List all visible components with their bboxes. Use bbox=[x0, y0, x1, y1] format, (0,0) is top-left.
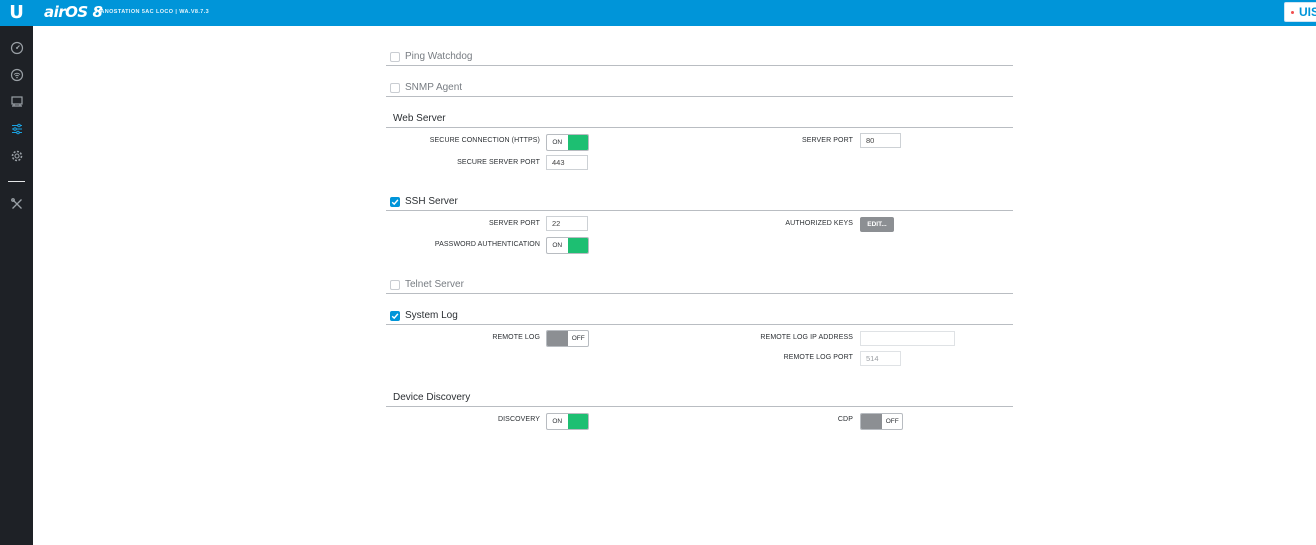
device-info: NANOSTATION 5AC LOCO | WA.V8.7.3 bbox=[96, 9, 210, 15]
cdp-toggle[interactable]: OFF bbox=[860, 413, 903, 430]
checkmark-icon bbox=[391, 198, 399, 205]
cdp-toggle-text: OFF bbox=[885, 418, 899, 425]
secure-connection-toggle[interactable]: ON bbox=[546, 134, 589, 151]
sidebar-item-services[interactable] bbox=[0, 116, 33, 142]
sidebar-item-wireless[interactable] bbox=[0, 62, 33, 88]
system-log-label: System Log bbox=[405, 310, 458, 321]
system-log-checkbox[interactable] bbox=[390, 310, 400, 321]
snmp-agent-checkbox[interactable] bbox=[390, 82, 400, 93]
remote-log-toggle-text: OFF bbox=[571, 335, 585, 342]
ping-watchdog-checkbox[interactable] bbox=[390, 51, 400, 62]
web-server-title: Web Server bbox=[393, 113, 446, 124]
cdp-label: CDP bbox=[837, 416, 853, 423]
ssh-server-label: SSH Server bbox=[405, 196, 458, 207]
discovery-toggle-text: ON bbox=[552, 418, 563, 425]
product-name: airOS 8 bbox=[44, 3, 103, 21]
sidebar-item-dashboard[interactable] bbox=[0, 35, 33, 61]
network-icon bbox=[10, 96, 23, 107]
secure-connection-toggle-text: ON bbox=[552, 139, 563, 146]
device-discovery-title: Device Discovery bbox=[393, 392, 471, 403]
ssh-server-checkbox[interactable] bbox=[390, 196, 400, 207]
telnet-server-label: Telnet Server bbox=[405, 279, 464, 290]
sidebar bbox=[0, 26, 33, 545]
authorized-keys-label: AUTHORIZED KEYS bbox=[785, 220, 853, 227]
secure-connection-label: SECURE CONNECTION (HTTPS) bbox=[429, 137, 540, 144]
ubiquiti-logo[interactable]: U bbox=[0, 0, 33, 26]
top-bar: U airOS 8 NANOSTATION 5AC LOCO | WA.V8.7… bbox=[0, 0, 1316, 26]
section-device-discovery: Device Discovery bbox=[386, 389, 1013, 407]
gear-icon bbox=[11, 150, 22, 162]
remote-log-label: REMOTE LOG bbox=[492, 334, 540, 341]
sidebar-divider bbox=[8, 181, 25, 182]
sidebar-item-system[interactable] bbox=[0, 143, 33, 169]
sidebar-item-network[interactable] bbox=[0, 89, 33, 115]
section-web-server: Web Server bbox=[386, 110, 1013, 128]
services-page: Ping Watchdog SNMP Agent Web Server SECU… bbox=[33, 26, 1316, 545]
edit-keys-button[interactable]: EDIT... bbox=[860, 217, 894, 232]
section-telnet-server: Telnet Server bbox=[386, 276, 1013, 294]
sidebar-item-tools[interactable] bbox=[0, 191, 33, 217]
uisp-button[interactable]: UIS bbox=[1284, 2, 1316, 22]
section-snmp-agent: SNMP Agent bbox=[386, 79, 1013, 97]
password-auth-label: PASSWORD AUTHENTICATION bbox=[434, 241, 540, 248]
discovery-label: DISCOVERY bbox=[497, 416, 540, 423]
snmp-agent-label: SNMP Agent bbox=[405, 82, 463, 93]
secure-server-port-input[interactable]: 443 bbox=[546, 155, 588, 170]
section-ping-watchdog: Ping Watchdog bbox=[386, 48, 1013, 66]
remote-log-ip-input[interactable] bbox=[860, 331, 955, 346]
checkmark-icon bbox=[391, 312, 399, 319]
ping-watchdog-label: Ping Watchdog bbox=[405, 51, 473, 62]
ssh-server-port-label: SERVER PORT bbox=[488, 220, 540, 227]
tools-icon bbox=[10, 198, 22, 209]
server-port-input[interactable]: 80 bbox=[860, 133, 901, 148]
password-auth-toggle[interactable]: ON bbox=[546, 237, 589, 254]
status-dot-icon bbox=[1291, 10, 1294, 14]
discovery-toggle[interactable]: ON bbox=[546, 413, 589, 430]
section-ssh-server: SSH Server bbox=[386, 193, 1013, 211]
wireless-icon bbox=[10, 68, 23, 82]
remote-log-port-input[interactable]: 514 bbox=[860, 351, 901, 366]
secure-server-port-label: SECURE SERVER PORT bbox=[457, 159, 540, 166]
services-icon bbox=[11, 123, 22, 135]
ssh-server-port-input[interactable]: 22 bbox=[546, 216, 588, 231]
password-auth-toggle-text: ON bbox=[552, 242, 563, 249]
remote-log-ip-label: REMOTE LOG IP ADDRESS bbox=[760, 334, 853, 341]
section-system-log: System Log bbox=[386, 307, 1013, 325]
remote-log-port-label: REMOTE LOG PORT bbox=[783, 354, 853, 361]
uisp-label: UIS bbox=[1299, 5, 1316, 19]
logo-letter: U bbox=[9, 2, 24, 23]
server-port-label: SERVER PORT bbox=[801, 137, 853, 144]
remote-log-toggle[interactable]: OFF bbox=[546, 330, 589, 347]
telnet-server-checkbox[interactable] bbox=[390, 279, 400, 290]
dashboard-icon bbox=[10, 41, 23, 55]
